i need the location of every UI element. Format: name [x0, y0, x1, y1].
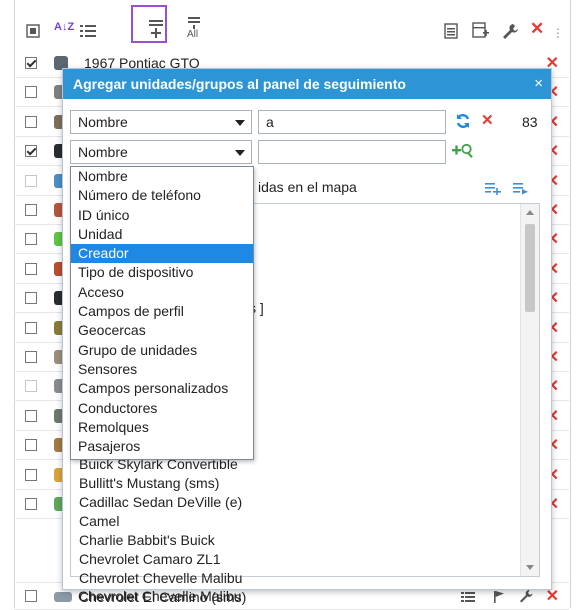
close-icon[interactable]: ✕: [530, 14, 544, 44]
highlight-box: [131, 5, 167, 43]
dialog-title-bar: Agregar unidades/grupos al panel de segu…: [63, 69, 551, 99]
row-checkbox[interactable]: [25, 409, 37, 422]
dropdown-option[interactable]: Geocercas: [71, 321, 253, 340]
filter-value-input-1[interactable]: a: [258, 110, 446, 134]
dropdown-option[interactable]: Creador: [71, 244, 253, 264]
list-item[interactable]: Cadillac Sedan DeVille (e): [79, 494, 242, 510]
dropdown-option[interactable]: Grupo de unidades: [71, 341, 253, 360]
list-item[interactable]: Chevrolet Camaro ZL1: [79, 551, 221, 567]
wrench-icon[interactable]: [519, 589, 533, 606]
scrollbar[interactable]: [520, 204, 539, 576]
more-icon[interactable]: ⋮: [552, 18, 564, 48]
dropdown-option[interactable]: Pasajeros: [71, 437, 253, 456]
add-item-icon[interactable]: [485, 181, 501, 198]
result-count: 83: [522, 114, 538, 130]
list-item[interactable]: Charlie Babbit's Buick: [79, 532, 215, 548]
filter-field-value: Nombre: [78, 144, 128, 160]
add-all-icon[interactable]: All: [186, 12, 204, 42]
refresh-icon[interactable]: [455, 113, 471, 132]
car-icon: [54, 592, 72, 602]
row-checkbox[interactable]: [25, 115, 37, 128]
panel-toolbar: A↓Z All ✕ ⋮: [14, 10, 569, 44]
dropdown-option[interactable]: Campos personalizados: [71, 379, 253, 398]
chevron-down-icon: [235, 120, 245, 126]
row-checkbox[interactable]: [25, 86, 37, 99]
scroll-down-icon[interactable]: [526, 565, 534, 570]
row-checkbox[interactable]: [25, 57, 37, 69]
list-header-label: idas en el mapa: [258, 179, 357, 195]
row-checkbox[interactable]: [25, 468, 37, 481]
row-checkbox[interactable]: [25, 233, 37, 246]
row-checkbox[interactable]: [25, 351, 37, 363]
dialog-close-icon[interactable]: ×: [534, 69, 543, 99]
filter-field-select-1[interactable]: Nombre: [70, 110, 252, 134]
clear-filter-icon[interactable]: ✕: [481, 111, 494, 129]
dropdown-option[interactable]: Sensores: [71, 360, 253, 379]
add-filter-icon[interactable]: [451, 141, 475, 164]
list-item[interactable]: Chevrolet El Camino (sms): [79, 589, 246, 605]
text-file-icon[interactable]: [444, 16, 458, 46]
dropdown-option[interactable]: Tipo de dispositivo: [71, 263, 253, 282]
row-checkbox[interactable]: [25, 590, 37, 602]
list-item[interactable]: Bullitt's Mustang (sms): [79, 475, 219, 491]
filter-field-select-2[interactable]: Nombre: [70, 140, 252, 164]
dropdown-option[interactable]: Campos de perfil: [71, 302, 253, 321]
row-checkbox[interactable]: [25, 145, 37, 158]
sort-az-icon[interactable]: A↓Z: [54, 12, 74, 42]
scrollbar-thumb[interactable]: [525, 224, 535, 312]
row-checkbox[interactable]: [25, 292, 37, 305]
filter-field-value: Nombre: [78, 114, 128, 130]
row-checkbox[interactable]: [25, 262, 37, 275]
row-checkbox[interactable]: [25, 380, 37, 393]
dropdown-option[interactable]: Número de teléfono: [71, 186, 253, 205]
filter-value-input-2[interactable]: [258, 140, 446, 164]
list-icon[interactable]: [80, 16, 96, 46]
dropdown-option[interactable]: ID único: [71, 206, 253, 225]
flag-icon[interactable]: [493, 590, 505, 607]
dropdown-option[interactable]: Nombre: [71, 167, 253, 186]
list-item[interactable]: Chevrolet Chevelle Malibu: [79, 570, 242, 586]
dialog-title: Agregar unidades/grupos al panel de segu…: [73, 76, 406, 92]
list-item[interactable]: Camel: [79, 513, 119, 529]
dropdown-option[interactable]: Conductores: [71, 399, 253, 418]
add-layout-icon[interactable]: [472, 16, 490, 46]
row-checkbox[interactable]: [25, 321, 37, 334]
move-to-panel-icon[interactable]: [513, 181, 529, 198]
list-icon[interactable]: [461, 590, 475, 606]
scroll-up-icon[interactable]: [526, 210, 534, 215]
dropdown-option[interactable]: Acceso: [71, 283, 253, 302]
row-checkbox[interactable]: [25, 439, 37, 452]
wrench-icon[interactable]: [502, 16, 518, 46]
chevron-down-icon: [235, 150, 245, 156]
field-dropdown-list[interactable]: Nombre Número de teléfono ID único Unidad Cr…: [70, 166, 254, 460]
row-checkbox[interactable]: [25, 204, 37, 216]
select-all-icon[interactable]: [26, 16, 40, 46]
dropdown-option[interactable]: Unidad: [71, 225, 253, 244]
row-checkbox[interactable]: [25, 498, 37, 510]
dropdown-option[interactable]: Remolques: [71, 418, 253, 437]
row-checkbox[interactable]: [25, 174, 37, 187]
svg-text:All: All: [187, 29, 198, 38]
